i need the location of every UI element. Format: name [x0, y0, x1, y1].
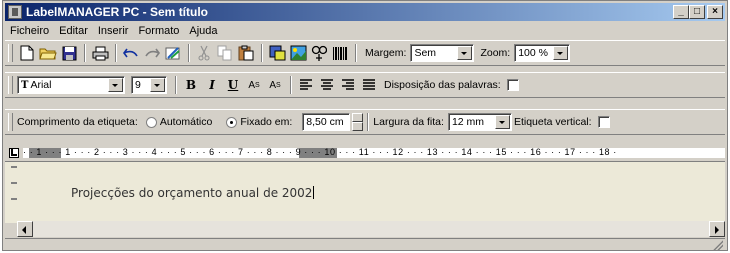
close-button[interactable]: ×	[707, 5, 723, 19]
fixed-length-value: 8,50 cm	[306, 116, 344, 128]
draw-icon[interactable]	[163, 43, 183, 63]
align-justify-icon[interactable]	[359, 75, 379, 95]
copy-icon[interactable]	[215, 43, 235, 63]
ruler-track[interactable]: · · 1 · · · 1 · · · 2 · · · 3 · · · 4 · …	[23, 148, 725, 158]
menu-editar[interactable]: Editar	[54, 25, 93, 37]
font-size-select[interactable]: 9	[131, 76, 167, 94]
menu-formato[interactable]: Formato	[133, 25, 184, 37]
superscript-button[interactable]: AS	[244, 75, 264, 95]
align-right-icon[interactable]	[338, 75, 358, 95]
ruler-scale: · · 1 · · · 1 · · · 2 · · · 3 · · · 4 · …	[23, 148, 617, 157]
truetype-icon: T	[21, 80, 29, 91]
fixed-length-input[interactable]: 8,50 cm	[302, 113, 351, 131]
word-wrap-checkbox[interactable]	[506, 79, 519, 91]
menu-inserir[interactable]: Inserir	[93, 25, 134, 37]
toolbar-separator	[290, 76, 292, 94]
insert-image-icon[interactable]	[267, 43, 287, 63]
status-bar	[5, 238, 725, 251]
toolbar-separator	[261, 44, 263, 62]
toolbar-separator	[84, 44, 86, 62]
auto-option[interactable]: Automático	[145, 116, 212, 128]
margin-label: Margem:	[365, 47, 407, 59]
tab-stop-icon[interactable]	[9, 148, 19, 158]
toolbar-separator	[355, 44, 357, 62]
formatting-toolbar: T Arial 9 B I U AS AS Disposição das pala…	[5, 72, 725, 98]
menu-ajuda[interactable]: Ajuda	[184, 25, 222, 37]
toolbar-separator	[367, 113, 370, 131]
redo-icon[interactable]	[142, 43, 162, 63]
vertical-ruler	[11, 166, 17, 218]
toolbar-separator	[175, 76, 177, 94]
menu-ficheiro[interactable]: Ficheiro	[5, 25, 54, 37]
toolbar-separator	[188, 44, 190, 62]
vertical-label-checkbox[interactable]	[597, 116, 610, 128]
barcode-icon[interactable]	[330, 43, 350, 63]
open-folder-icon[interactable]	[38, 43, 58, 63]
title-bar[interactable]: LabelMANAGER PC - Sem título _ □ ×	[5, 3, 725, 21]
tape-width-value: 12 mm	[451, 116, 485, 128]
margin-select[interactable]: Sem	[410, 44, 475, 62]
italic-button[interactable]: I	[202, 75, 222, 95]
label-toolbar: Comprimento da etiqueta: Automático Fixa…	[5, 109, 725, 135]
app-window: LabelMANAGER PC - Sem título _ □ × Fiche…	[2, 0, 728, 251]
tape-width-label: Largura da fita:	[373, 116, 444, 128]
underline-button[interactable]: U	[223, 75, 243, 95]
save-icon[interactable]	[59, 43, 79, 63]
chevron-down-icon[interactable]	[494, 115, 510, 129]
bold-button[interactable]: B	[181, 75, 201, 95]
ruler: · · 1 · · · 1 · · · 2 · · · 3 · · · 4 · …	[5, 146, 725, 160]
cut-icon[interactable]	[194, 43, 214, 63]
tape-width-select[interactable]: 12 mm	[447, 113, 512, 131]
standard-toolbar: Margem: Sem Zoom: 100 %	[5, 40, 725, 66]
margin-value: Sem	[414, 47, 437, 59]
scroll-track[interactable]	[33, 221, 709, 237]
spin-up-icon[interactable]	[352, 113, 364, 122]
horizontal-scrollbar[interactable]	[17, 221, 725, 237]
maximize-button[interactable]: □	[689, 5, 705, 19]
auto-radio[interactable]	[145, 116, 157, 128]
toolbar-grip[interactable]	[8, 76, 13, 94]
app-icon[interactable]	[8, 5, 22, 19]
spin-down-icon[interactable]	[352, 122, 364, 131]
insert-picture-icon[interactable]	[288, 43, 308, 63]
align-center-icon[interactable]	[317, 75, 337, 95]
text-cursor	[313, 186, 315, 199]
label-edit-area[interactable]: Projecções do orçamento anual de 2002	[5, 161, 725, 223]
toolbar-separator	[115, 44, 117, 62]
symbol-icon[interactable]	[309, 43, 329, 63]
fixed-option[interactable]: Fixado em:	[226, 116, 292, 128]
subscript-button[interactable]: AS	[265, 75, 285, 95]
font-value: T Arial	[21, 79, 52, 91]
length-spinner[interactable]	[352, 113, 364, 131]
window-title: LabelMANAGER PC - Sem título	[26, 5, 209, 19]
chevron-down-icon[interactable]	[457, 46, 473, 60]
label-text[interactable]: Projecções do orçamento anual de 2002	[71, 186, 315, 200]
scroll-left-icon[interactable]	[17, 221, 33, 237]
chevron-down-icon[interactable]	[150, 78, 165, 92]
chevron-down-icon[interactable]	[108, 78, 123, 92]
resize-grip-icon[interactable]	[713, 240, 723, 250]
zoom-select[interactable]: 100 %	[514, 44, 571, 62]
toolbar-grip[interactable]	[8, 44, 13, 62]
zoom-label: Zoom:	[480, 47, 511, 59]
label-length-label: Comprimento da etiqueta:	[17, 116, 138, 128]
zoom-value: 100 %	[518, 47, 548, 59]
undo-icon[interactable]	[121, 43, 141, 63]
scroll-right-icon[interactable]	[709, 221, 725, 237]
minimize-button[interactable]: _	[673, 5, 689, 19]
vertical-label-label: Etiqueta vertical:	[513, 116, 592, 128]
print-icon[interactable]	[90, 43, 110, 63]
fixed-radio[interactable]	[226, 116, 238, 128]
align-left-icon[interactable]	[296, 75, 316, 95]
font-size-value: 9	[135, 79, 141, 91]
new-document-icon[interactable]	[17, 43, 37, 63]
menu-bar: Ficheiro Editar Inserir Formato Ajuda	[5, 22, 725, 39]
font-select[interactable]: T Arial	[17, 76, 125, 94]
toolbar-grip[interactable]	[8, 113, 13, 131]
chevron-down-icon[interactable]	[553, 46, 569, 60]
paste-icon[interactable]	[236, 43, 256, 63]
word-wrap-label: Disposição das palavras:	[384, 79, 501, 91]
